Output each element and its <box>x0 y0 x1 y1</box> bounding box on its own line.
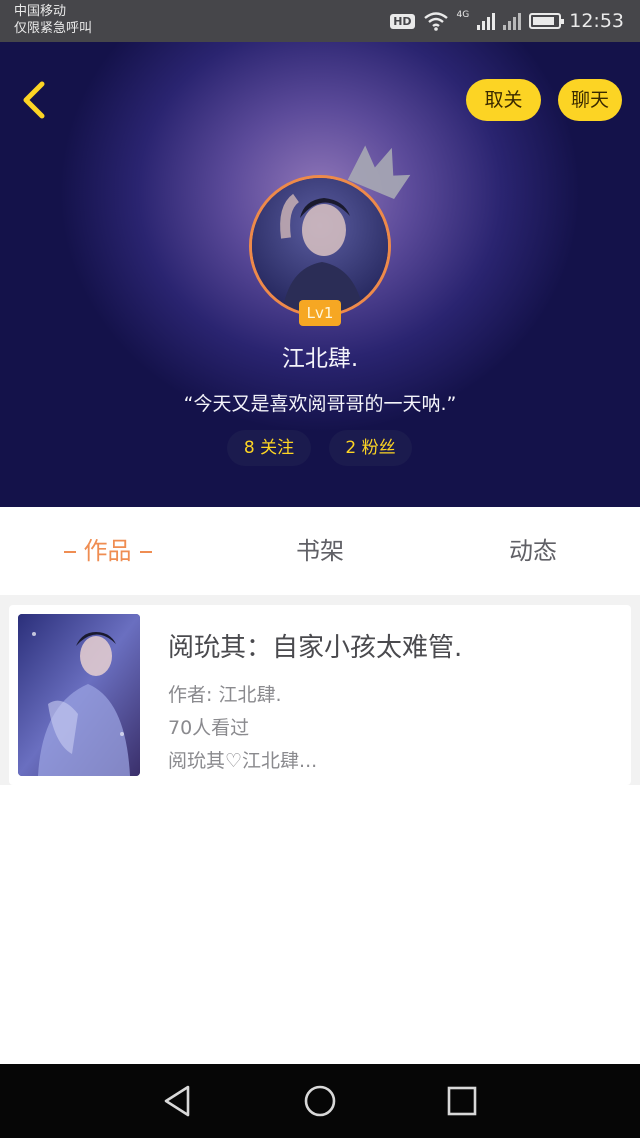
following-count-button[interactable]: 8 关注 <box>227 430 311 466</box>
battery-icon <box>529 13 565 29</box>
unfollow-button[interactable]: 取关 <box>466 79 541 121</box>
network-type-label: 4G <box>456 10 470 20</box>
work-card[interactable]: 阅玧其：自家小孩太难管. 作者: 江北肆. 70人看过 阅玧其♡江北肆... <box>9 605 631 785</box>
chat-button[interactable]: 聊天 <box>558 79 622 121</box>
crown-icon <box>347 145 411 200</box>
status-bar: 中国移动 仅限紧急呼叫 HD 4G 12:53 <box>0 0 640 42</box>
tab-bookshelf[interactable]: 书架 <box>265 507 375 595</box>
signal-icon <box>477 12 496 30</box>
bio-text: “今天又是喜欢阅哥哥的一天呐.” <box>183 393 457 415</box>
tab-active-dash-right <box>139 551 152 553</box>
work-tags: 阅玧其♡江北肆... <box>168 750 318 772</box>
fans-count-button[interactable]: 2 粉丝 <box>329 430 412 466</box>
system-nav-bar <box>0 1064 640 1138</box>
tab-active-dash-left <box>63 551 76 553</box>
nav-back-icon[interactable] <box>160 1083 196 1119</box>
work-view-count: 70人看过 <box>168 717 250 739</box>
level-badge: Lv1 <box>299 300 341 326</box>
tab-bar: 作品 书架 动态 <box>0 507 640 595</box>
profile-header: 取关 聊天 Lv1 江北肆. “今天又是喜欢阅哥哥的一天呐.” 8 关注 2 粉… <box>0 42 640 507</box>
no-signal-icon <box>503 12 522 30</box>
works-list: 阅玧其：自家小孩太难管. 作者: 江北肆. 70人看过 阅玧其♡江北肆... <box>0 595 640 785</box>
wifi-icon <box>423 12 448 31</box>
nav-recents-icon[interactable] <box>444 1083 480 1119</box>
status-icons: HD 4G 12:53 <box>390 9 624 33</box>
battery-fill <box>533 17 554 25</box>
tab-activity-label: 动态 <box>509 537 557 565</box>
back-arrow-icon[interactable] <box>14 78 54 122</box>
work-title: 阅玧其：自家小孩太难管. <box>168 633 463 663</box>
carrier-info: 中国移动 仅限紧急呼叫 <box>14 4 92 38</box>
work-cover-image <box>18 614 140 776</box>
tab-activity[interactable]: 动态 <box>478 507 588 595</box>
nav-home-icon[interactable] <box>302 1083 338 1119</box>
cover-photo <box>18 614 140 776</box>
carrier-name: 中国移动 <box>14 4 67 19</box>
username: 江北肆. <box>281 346 359 372</box>
work-author: 作者: 江北肆. <box>168 684 282 706</box>
tab-works[interactable]: 作品 <box>40 507 175 595</box>
tab-works-label: 作品 <box>83 537 132 565</box>
hd-badge: HD <box>390 13 415 29</box>
profile-page: 中国移动 仅限紧急呼叫 HD 4G 12:53 取关 聊天 Lv1 江北肆. “… <box>0 0 640 1138</box>
emergency-only-text: 仅限紧急呼叫 <box>14 21 93 36</box>
clock: 12:53 <box>569 10 624 32</box>
tab-bookshelf-label: 书架 <box>296 537 344 565</box>
